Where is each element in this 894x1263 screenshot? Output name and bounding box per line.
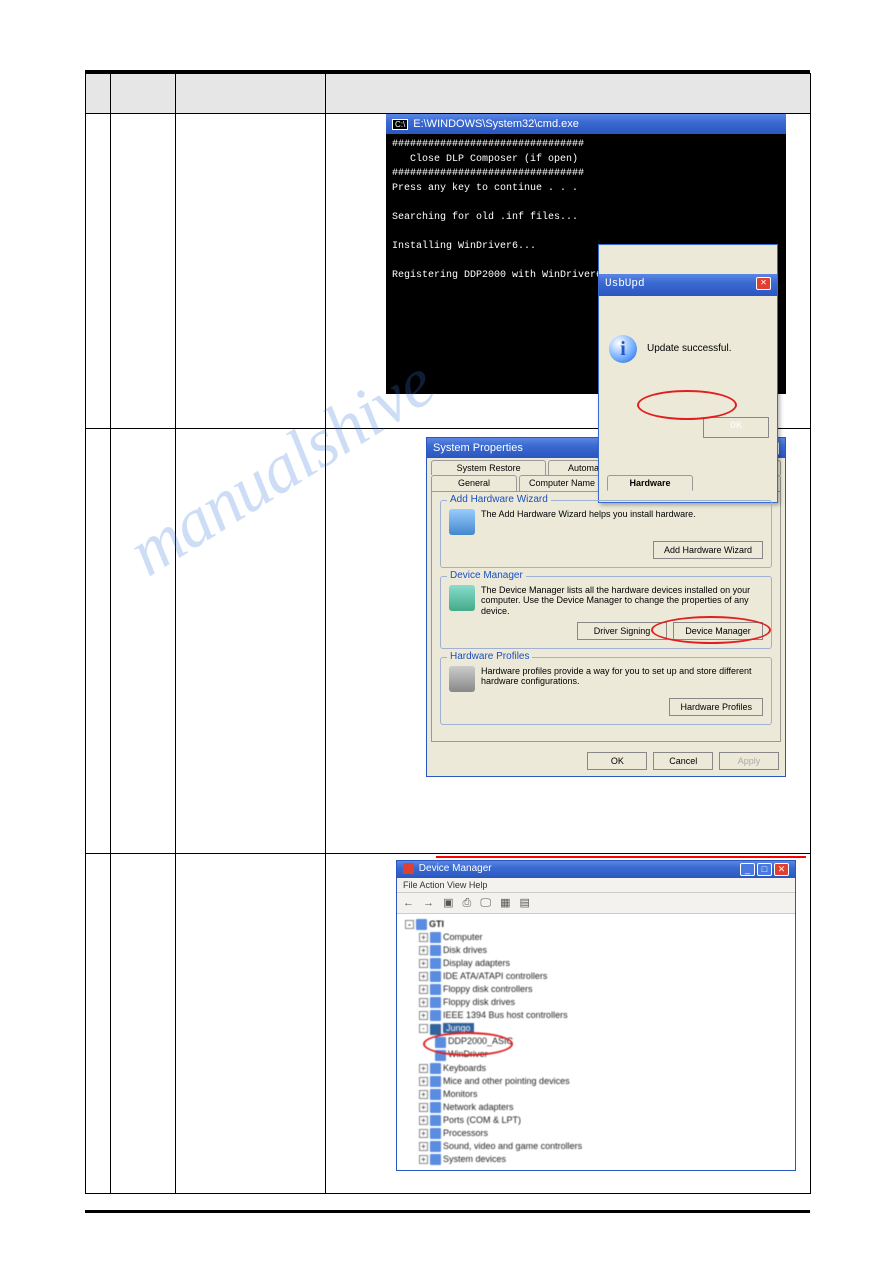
- device-tree[interactable]: -GTI +Computer +Disk drives +Display ada…: [397, 914, 795, 1170]
- red-annotation-line: [436, 856, 806, 858]
- minimize-icon[interactable]: _: [740, 863, 755, 876]
- usbupd-dialog: UsbUpd ✕ i Update successful. OK: [598, 244, 778, 503]
- sysprop-title: System Properties: [433, 442, 523, 454]
- group-add-hardware: Add Hardware Wizard The Add Hardware Wiz…: [440, 500, 772, 568]
- hardware-wizard-icon: [449, 509, 475, 535]
- close-icon[interactable]: ✕: [774, 863, 789, 876]
- group-hardware-profiles: Hardware Profiles Hardware profiles prov…: [440, 657, 772, 725]
- close-icon[interactable]: ✕: [756, 277, 771, 290]
- instruction-table: C:\ E:\WINDOWS\System32\cmd.exe ########…: [85, 73, 811, 1194]
- cmd-icon-glyph: C:\: [392, 119, 408, 130]
- tab-system-restore[interactable]: System Restore: [431, 460, 546, 475]
- table-row: C:\ E:\WINDOWS\System32\cmd.exe ########…: [86, 114, 811, 429]
- tab-general[interactable]: General: [431, 475, 517, 491]
- device-manager-window: Device Manager _ □ ✕ File Action View He…: [396, 860, 796, 1171]
- usbupd-title: UsbUpd: [605, 277, 645, 293]
- tree-node-jungo: Jungo: [443, 1023, 474, 1033]
- usbupd-message: Update successful.: [647, 342, 732, 357]
- cmd-titlebar: C:\ E:\WINDOWS\System32\cmd.exe: [386, 114, 786, 134]
- info-icon: i: [609, 335, 637, 363]
- ok-button[interactable]: OK: [587, 752, 647, 770]
- cancel-button[interactable]: Cancel: [653, 752, 713, 770]
- add-hardware-wizard-button[interactable]: Add Hardware Wizard: [653, 541, 763, 559]
- devmgr-menu[interactable]: File Action View Help: [397, 878, 795, 893]
- tab-hardware[interactable]: Hardware: [607, 475, 693, 491]
- hardware-profiles-icon: [449, 666, 475, 692]
- page-bottom-rule: [85, 1210, 810, 1213]
- ok-button[interactable]: OK: [703, 417, 769, 438]
- cmd-title-text: E:\WINDOWS\System32\cmd.exe: [413, 118, 579, 130]
- maximize-icon[interactable]: □: [757, 863, 772, 876]
- device-manager-icon: [403, 863, 414, 874]
- tab-computer-name[interactable]: Computer Name: [519, 475, 605, 491]
- table-header-row: [86, 74, 811, 114]
- devmgr-toolbar[interactable]: ← → ▣ ⎙ 🖵 ▦ ▤: [397, 893, 795, 914]
- hardware-profiles-button[interactable]: Hardware Profiles: [669, 698, 763, 716]
- table-row: Device Manager _ □ ✕ File Action View He…: [86, 854, 811, 1194]
- cmd-window: C:\ E:\WINDOWS\System32\cmd.exe ########…: [386, 114, 786, 394]
- apply-button[interactable]: Apply: [719, 752, 779, 770]
- driver-signing-button[interactable]: Driver Signing: [577, 622, 667, 640]
- highlight-circle: [637, 390, 737, 420]
- cmd-output: ################################ Close D…: [386, 134, 786, 394]
- group-device-manager: Device Manager The Device Manager lists …: [440, 576, 772, 649]
- device-manager-icon: [449, 585, 475, 611]
- device-manager-button[interactable]: Device Manager: [673, 622, 763, 640]
